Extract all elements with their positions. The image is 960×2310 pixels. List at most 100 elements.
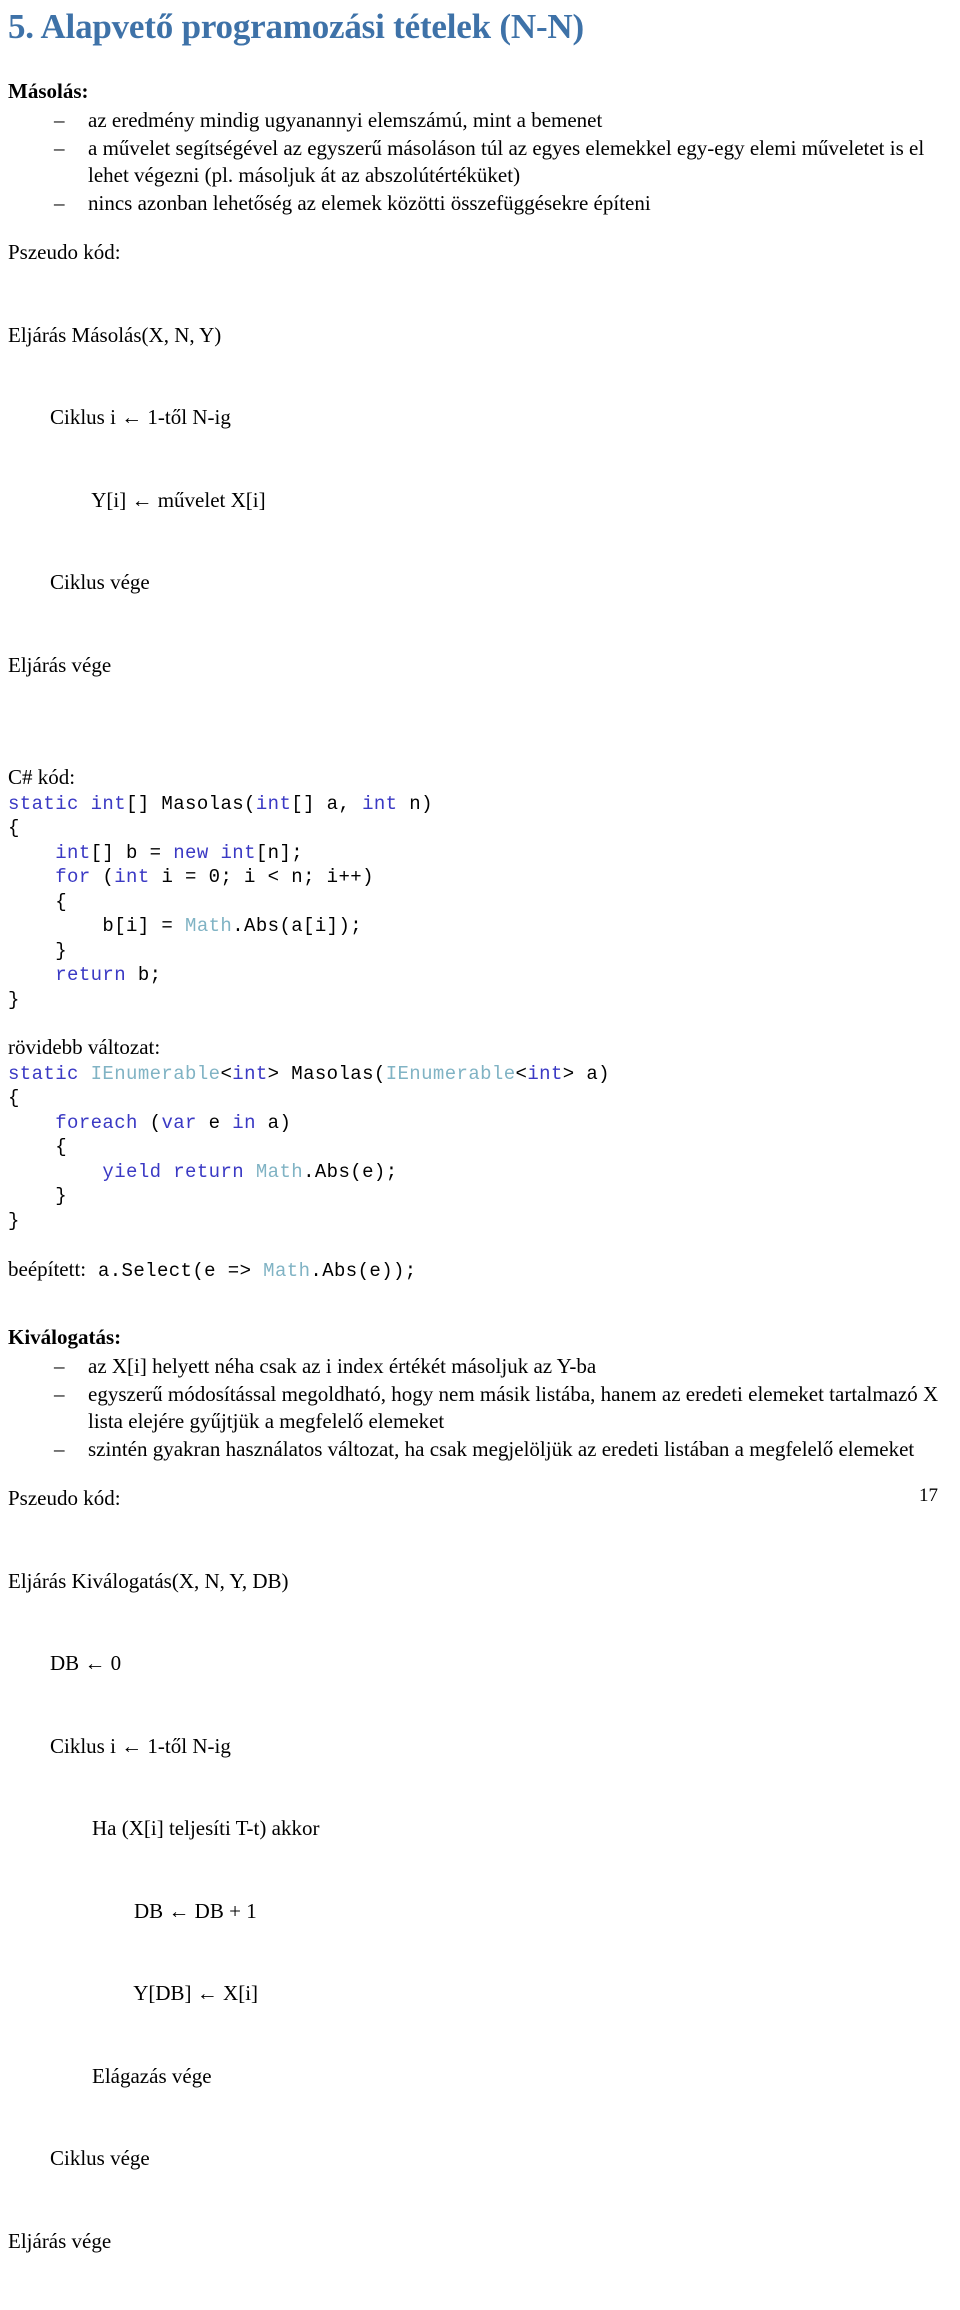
- section-heading-masolas: Másolás:: [8, 78, 940, 105]
- list-item-label: szintén gyakran használatos változat, ha…: [88, 1437, 914, 1461]
- document-page: 5. Alapvető programozási tételek (N-N) M…: [0, 6, 960, 1521]
- code-token: }: [8, 1185, 67, 1207]
- code-token: IEnumerable: [386, 1063, 516, 1085]
- code-token: int: [232, 1063, 267, 1085]
- pseudocode-line: Ciklus vége: [8, 569, 940, 597]
- code-token: }: [8, 940, 67, 962]
- dash-bullet-icon: –: [54, 1436, 65, 1464]
- code-token: (: [91, 866, 115, 888]
- code-token: i = 0; i < n; i++): [150, 866, 374, 888]
- code-token: b[i] =: [8, 915, 185, 937]
- code-token: [8, 842, 55, 864]
- spacer: [8, 217, 940, 239]
- code-token: return: [55, 964, 126, 986]
- pseudocode-line: Eljárás vége: [8, 652, 940, 680]
- code-token: {: [8, 1087, 20, 1109]
- code-token: static: [8, 793, 79, 815]
- dash-bullet-icon: –: [54, 107, 65, 135]
- pseudocode-line: Ciklus i ← 1-től N-ig: [8, 1733, 940, 1761]
- list-item-label: az X[i] helyett néha csak az i index ért…: [88, 1354, 596, 1378]
- code-token: int: [362, 793, 397, 815]
- builtin-line: beépített: a.Select(e => Math.Abs(e));: [8, 1255, 940, 1286]
- pseudocode-line: Y[DB] ← X[i]: [8, 1980, 940, 2008]
- code-token: int: [55, 842, 90, 864]
- pseudocode-line: Eljárás vége: [8, 2228, 940, 2256]
- code-token: }: [8, 989, 20, 1011]
- pseudo-label-masolas: Pszeudo kód:: [8, 239, 940, 267]
- code-token: [8, 1112, 55, 1134]
- shorter-variant-label: rövidebb változat:: [8, 1034, 940, 1062]
- dash-bullet-icon: –: [54, 1381, 65, 1409]
- code-token: }: [8, 1210, 20, 1232]
- code-token: {: [8, 1136, 67, 1158]
- pseudocode-masolas: Eljárás Másolás(X, N, Y) Ciklus i ← 1-tő…: [8, 267, 940, 735]
- page-number: 17: [919, 1485, 938, 1507]
- code-token: IEnumerable: [91, 1063, 221, 1085]
- spacer: [8, 734, 940, 764]
- code-token: [] b =: [91, 842, 174, 864]
- code-token: int: [527, 1063, 562, 1085]
- list-item-label: nincs azonban lehetőség az elemek között…: [88, 191, 651, 215]
- code-token: Math: [263, 1260, 310, 1282]
- code-token: e: [197, 1112, 232, 1134]
- code-token: (: [138, 1112, 162, 1134]
- builtin-label: beépített:: [8, 1257, 86, 1281]
- code-token: in: [232, 1112, 256, 1134]
- code-token: > Masolas(: [268, 1063, 386, 1085]
- code-token: [n];: [256, 842, 303, 864]
- pseudocode-line: Ha (X[i] teljesíti T-t) akkor: [8, 1815, 940, 1843]
- code-token: int: [114, 866, 149, 888]
- code-token: <: [220, 1063, 232, 1085]
- code-token: int: [256, 793, 291, 815]
- list-item-label: a művelet segítségével az egyszerű másol…: [88, 136, 924, 188]
- page-title: 5. Alapvető programozási tételek (N-N): [8, 6, 940, 48]
- dash-bullet-icon: –: [54, 1353, 65, 1381]
- list-item: –az eredmény mindig ugyanannyi elemszámú…: [8, 107, 940, 135]
- pseudocode-line: Eljárás Kiválogatás(X, N, Y, DB): [8, 1568, 940, 1596]
- code-token: static: [8, 1063, 79, 1085]
- dash-bullet-icon: –: [54, 135, 65, 163]
- spacer: [8, 1463, 940, 1485]
- code-token: [79, 793, 91, 815]
- code-token: Math: [185, 915, 232, 937]
- code-token: [79, 1063, 91, 1085]
- code-token: Math: [256, 1161, 303, 1183]
- csharp-code-block: static int[] Masolas(int[] a, int n) { i…: [8, 792, 940, 1013]
- code-token: int: [220, 842, 255, 864]
- code-token: [] a,: [291, 793, 362, 815]
- pseudocode-line: Ciklus i ← 1-től N-ig: [8, 404, 940, 432]
- dash-bullet-icon: –: [54, 190, 65, 218]
- code-token: a): [256, 1112, 291, 1134]
- code-token: [8, 964, 55, 986]
- code-token: [8, 866, 55, 888]
- pseudocode-line: Eljárás Másolás(X, N, Y): [8, 322, 940, 350]
- list-item-label: egyszerű módosítással megoldható, hogy n…: [88, 1382, 938, 1434]
- csharp-label: C# kód:: [8, 764, 940, 792]
- code-token: .Abs(e));: [310, 1260, 416, 1282]
- code-token: n): [397, 793, 432, 815]
- code-token: > a): [563, 1063, 610, 1085]
- code-token: for: [55, 866, 90, 888]
- code-token: var: [161, 1112, 196, 1134]
- spacer: [8, 1233, 940, 1255]
- list-item-label: az eredmény mindig ugyanannyi elemszámú,…: [88, 108, 602, 132]
- code-token: b;: [126, 964, 161, 986]
- list-item: –egyszerű módosítással megoldható, hogy …: [8, 1381, 940, 1436]
- code-token: int: [91, 793, 126, 815]
- shorter-code-block: static IEnumerable<int> Masolas(IEnumera…: [8, 1062, 940, 1234]
- list-item: –a művelet segítségével az egyszerű máso…: [8, 135, 940, 190]
- section-heading-kivalogatas: Kiválogatás:: [8, 1324, 940, 1351]
- pseudocode-line: Y[i] ← művelet X[i]: [8, 487, 940, 515]
- list-item: –az X[i] helyett néha csak az i index ér…: [8, 1353, 940, 1381]
- code-token: a.Select(e =>: [86, 1260, 263, 1282]
- list-item: –szintén gyakran használatos változat, h…: [8, 1436, 940, 1464]
- code-token: yield return: [102, 1161, 244, 1183]
- code-token: {: [8, 891, 67, 913]
- code-token: .Abs(a[i]);: [232, 915, 362, 937]
- code-token: [8, 1161, 102, 1183]
- builtin-code: a.Select(e => Math.Abs(e));: [86, 1260, 416, 1282]
- pseudocode-kivalogatas: Eljárás Kiválogatás(X, N, Y, DB) DB ← 0 …: [8, 1513, 940, 2310]
- code-token: [] Masolas(: [126, 793, 256, 815]
- bullet-list-masolas: –az eredmény mindig ugyanannyi elemszámú…: [8, 107, 940, 217]
- pseudocode-line: DB ← 0: [8, 1650, 940, 1678]
